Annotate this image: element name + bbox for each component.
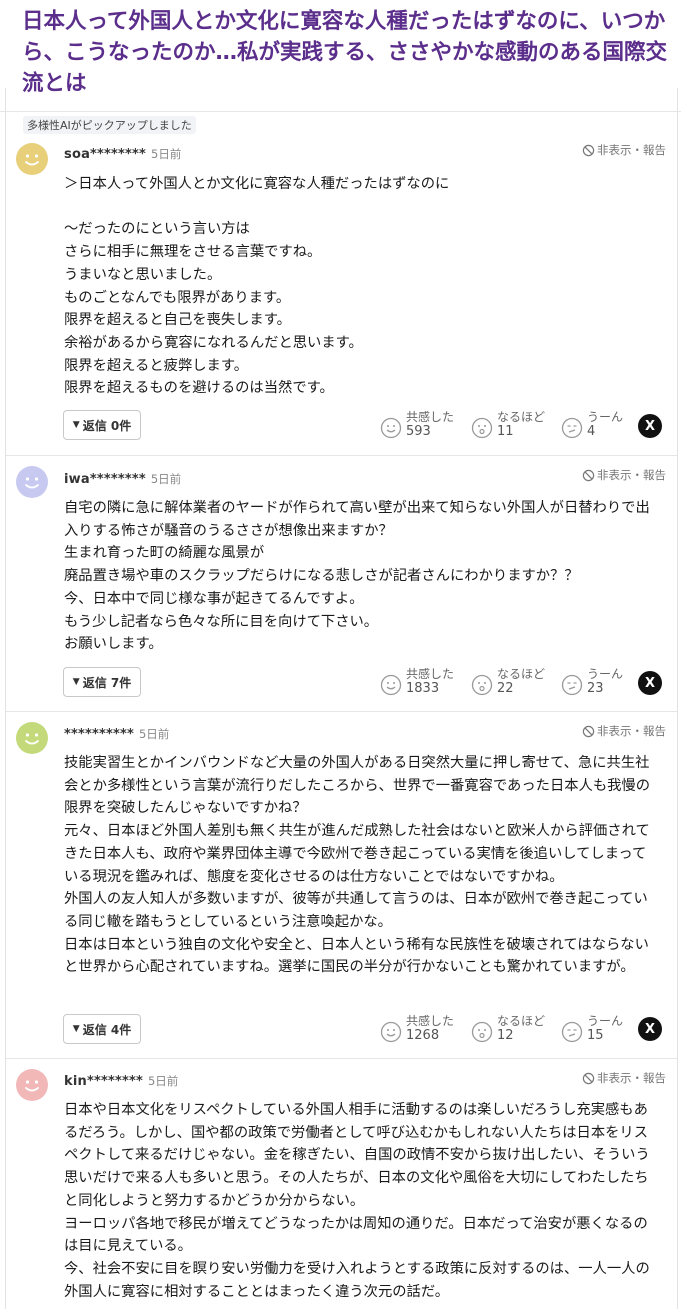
hide-report-link[interactable]: 非表示・報告 bbox=[582, 1070, 666, 1086]
hide-report-label: 非表示・報告 bbox=[597, 143, 666, 157]
comment-body: 日本や日本文化をリスペクトしている外国人相手に活動するのは楽しいだろうし充実感も… bbox=[64, 1102, 650, 1300]
reply-toggle-button[interactable]: ▼ 返信 4件 bbox=[63, 1014, 141, 1044]
caret-down-icon: ▼ bbox=[72, 677, 80, 687]
uun-count: 4 bbox=[587, 424, 596, 439]
smile-outline-icon bbox=[380, 1021, 402, 1043]
comment-body: ＞日本人って外国人とか文化に寛容な人種だったはずなのに ～だったのにという言い方… bbox=[64, 176, 450, 397]
empathy-label: 共感した bbox=[406, 410, 455, 424]
avatar-smile-icon bbox=[16, 722, 48, 754]
hide-report-label: 非表示・報告 bbox=[597, 724, 666, 738]
comment-body: 技能実習生とかインバウンドなど大量の外国人がある日突然大量に押し寄せて、急に共生… bbox=[64, 755, 651, 976]
comment-user: ********** 5日前 bbox=[64, 726, 169, 742]
comment-body: 自宅の隣に急に解体業者のヤードが作られて高い壁が出来て知らない外国人が日替わりで… bbox=[64, 500, 650, 653]
user-name[interactable]: soa******** bbox=[64, 147, 146, 162]
avatar-smile-icon bbox=[16, 466, 48, 498]
hide-report-link[interactable]: 非表示・報告 bbox=[582, 467, 666, 483]
avatar-smile-icon bbox=[16, 1069, 48, 1101]
caret-down-icon: ▼ bbox=[72, 420, 80, 430]
left-border bbox=[5, 88, 6, 1309]
x-share-icon[interactable]: X bbox=[638, 1017, 662, 1041]
x-share-icon[interactable]: X bbox=[638, 671, 662, 695]
hide-report-label: 非表示・報告 bbox=[597, 1071, 666, 1085]
naruhodo-button[interactable]: なるほど 22 bbox=[471, 667, 545, 697]
user-name[interactable]: kin******** bbox=[64, 1074, 143, 1089]
comment-user: soa******** 5日前 bbox=[64, 146, 181, 162]
article-title: 日本人って外国人とか文化に寛容な人種だったはずなのに、いつから、こうなったのか…… bbox=[0, 0, 681, 112]
smile-outline-icon bbox=[380, 417, 402, 439]
naruhodo-label: なるほど bbox=[497, 667, 546, 681]
x-share-icon[interactable]: X bbox=[638, 414, 662, 438]
right-border bbox=[677, 88, 678, 1309]
naruhodo-count: 12 bbox=[497, 1028, 514, 1043]
empathy-label: 共感した bbox=[406, 667, 455, 681]
uun-label: うーん bbox=[587, 410, 624, 424]
prohibit-icon bbox=[582, 469, 595, 481]
caret-down-icon: ▼ bbox=[72, 1024, 80, 1034]
thinking-face-icon bbox=[561, 674, 583, 696]
naruhodo-count: 22 bbox=[497, 681, 514, 696]
uun-count: 23 bbox=[587, 681, 604, 696]
comment-time: 5日前 bbox=[150, 472, 182, 486]
empathy-count: 1268 bbox=[406, 1028, 440, 1043]
hide-report-link[interactable]: 非表示・報告 bbox=[582, 723, 666, 739]
empathy-button[interactable]: 共感した 593 bbox=[380, 410, 454, 440]
smile-outline-icon bbox=[380, 674, 402, 696]
reply-count: 返信 4件 bbox=[82, 1022, 132, 1037]
uun-button[interactable]: うーん 4 bbox=[561, 410, 623, 440]
surprised-face-icon bbox=[471, 1021, 493, 1043]
thinking-face-icon bbox=[561, 417, 583, 439]
avatar-smile-icon bbox=[16, 143, 48, 175]
empathy-label: 共感した bbox=[406, 1014, 455, 1028]
empathy-count: 593 bbox=[406, 424, 431, 439]
empathy-button[interactable]: 共感した 1833 bbox=[380, 667, 454, 697]
divider bbox=[6, 711, 677, 712]
reply-count: 返信 0件 bbox=[82, 418, 132, 433]
uun-button[interactable]: うーん 23 bbox=[561, 667, 623, 697]
ai-pick-badge: 多様性AIがピックアップしました bbox=[23, 116, 196, 134]
prohibit-icon bbox=[582, 725, 595, 737]
comment-time: 5日前 bbox=[138, 727, 170, 741]
thinking-face-icon bbox=[561, 1021, 583, 1043]
naruhodo-label: なるほど bbox=[497, 1014, 546, 1028]
user-name[interactable]: ********** bbox=[64, 727, 134, 742]
surprised-face-icon bbox=[471, 674, 493, 696]
user-name[interactable]: iwa******** bbox=[64, 472, 146, 487]
uun-label: うーん bbox=[587, 1014, 624, 1028]
divider bbox=[6, 1058, 677, 1059]
comment-time: 5日前 bbox=[151, 147, 182, 161]
surprised-face-icon bbox=[471, 417, 493, 439]
uun-count: 15 bbox=[587, 1028, 604, 1043]
hide-report-label: 非表示・報告 bbox=[597, 468, 666, 482]
empathy-count: 1833 bbox=[406, 681, 440, 696]
comment-time: 5日前 bbox=[147, 1074, 179, 1088]
prohibit-icon bbox=[582, 144, 595, 156]
reply-toggle-button[interactable]: ▼ 返信 7件 bbox=[63, 667, 141, 697]
naruhodo-label: なるほど bbox=[497, 410, 546, 424]
divider bbox=[6, 455, 677, 456]
comment-user: iwa******** 5日前 bbox=[64, 471, 181, 487]
naruhodo-button[interactable]: なるほど 11 bbox=[471, 410, 545, 440]
uun-button[interactable]: うーん 15 bbox=[561, 1014, 623, 1044]
page: 日本人って外国人とか文化に寛容な人種だったはずなのに、いつから、こうなったのか…… bbox=[0, 0, 681, 1309]
naruhodo-button[interactable]: なるほど 12 bbox=[471, 1014, 545, 1044]
reply-toggle-button[interactable]: ▼ 返信 0件 bbox=[63, 410, 141, 440]
reply-count: 返信 7件 bbox=[82, 675, 132, 690]
empathy-button[interactable]: 共感した 1268 bbox=[380, 1014, 454, 1044]
hide-report-link[interactable]: 非表示・報告 bbox=[582, 142, 666, 158]
comment-user: kin******** 5日前 bbox=[64, 1073, 178, 1089]
uun-label: うーん bbox=[587, 667, 624, 681]
naruhodo-count: 11 bbox=[497, 424, 514, 439]
prohibit-icon bbox=[582, 1072, 595, 1084]
